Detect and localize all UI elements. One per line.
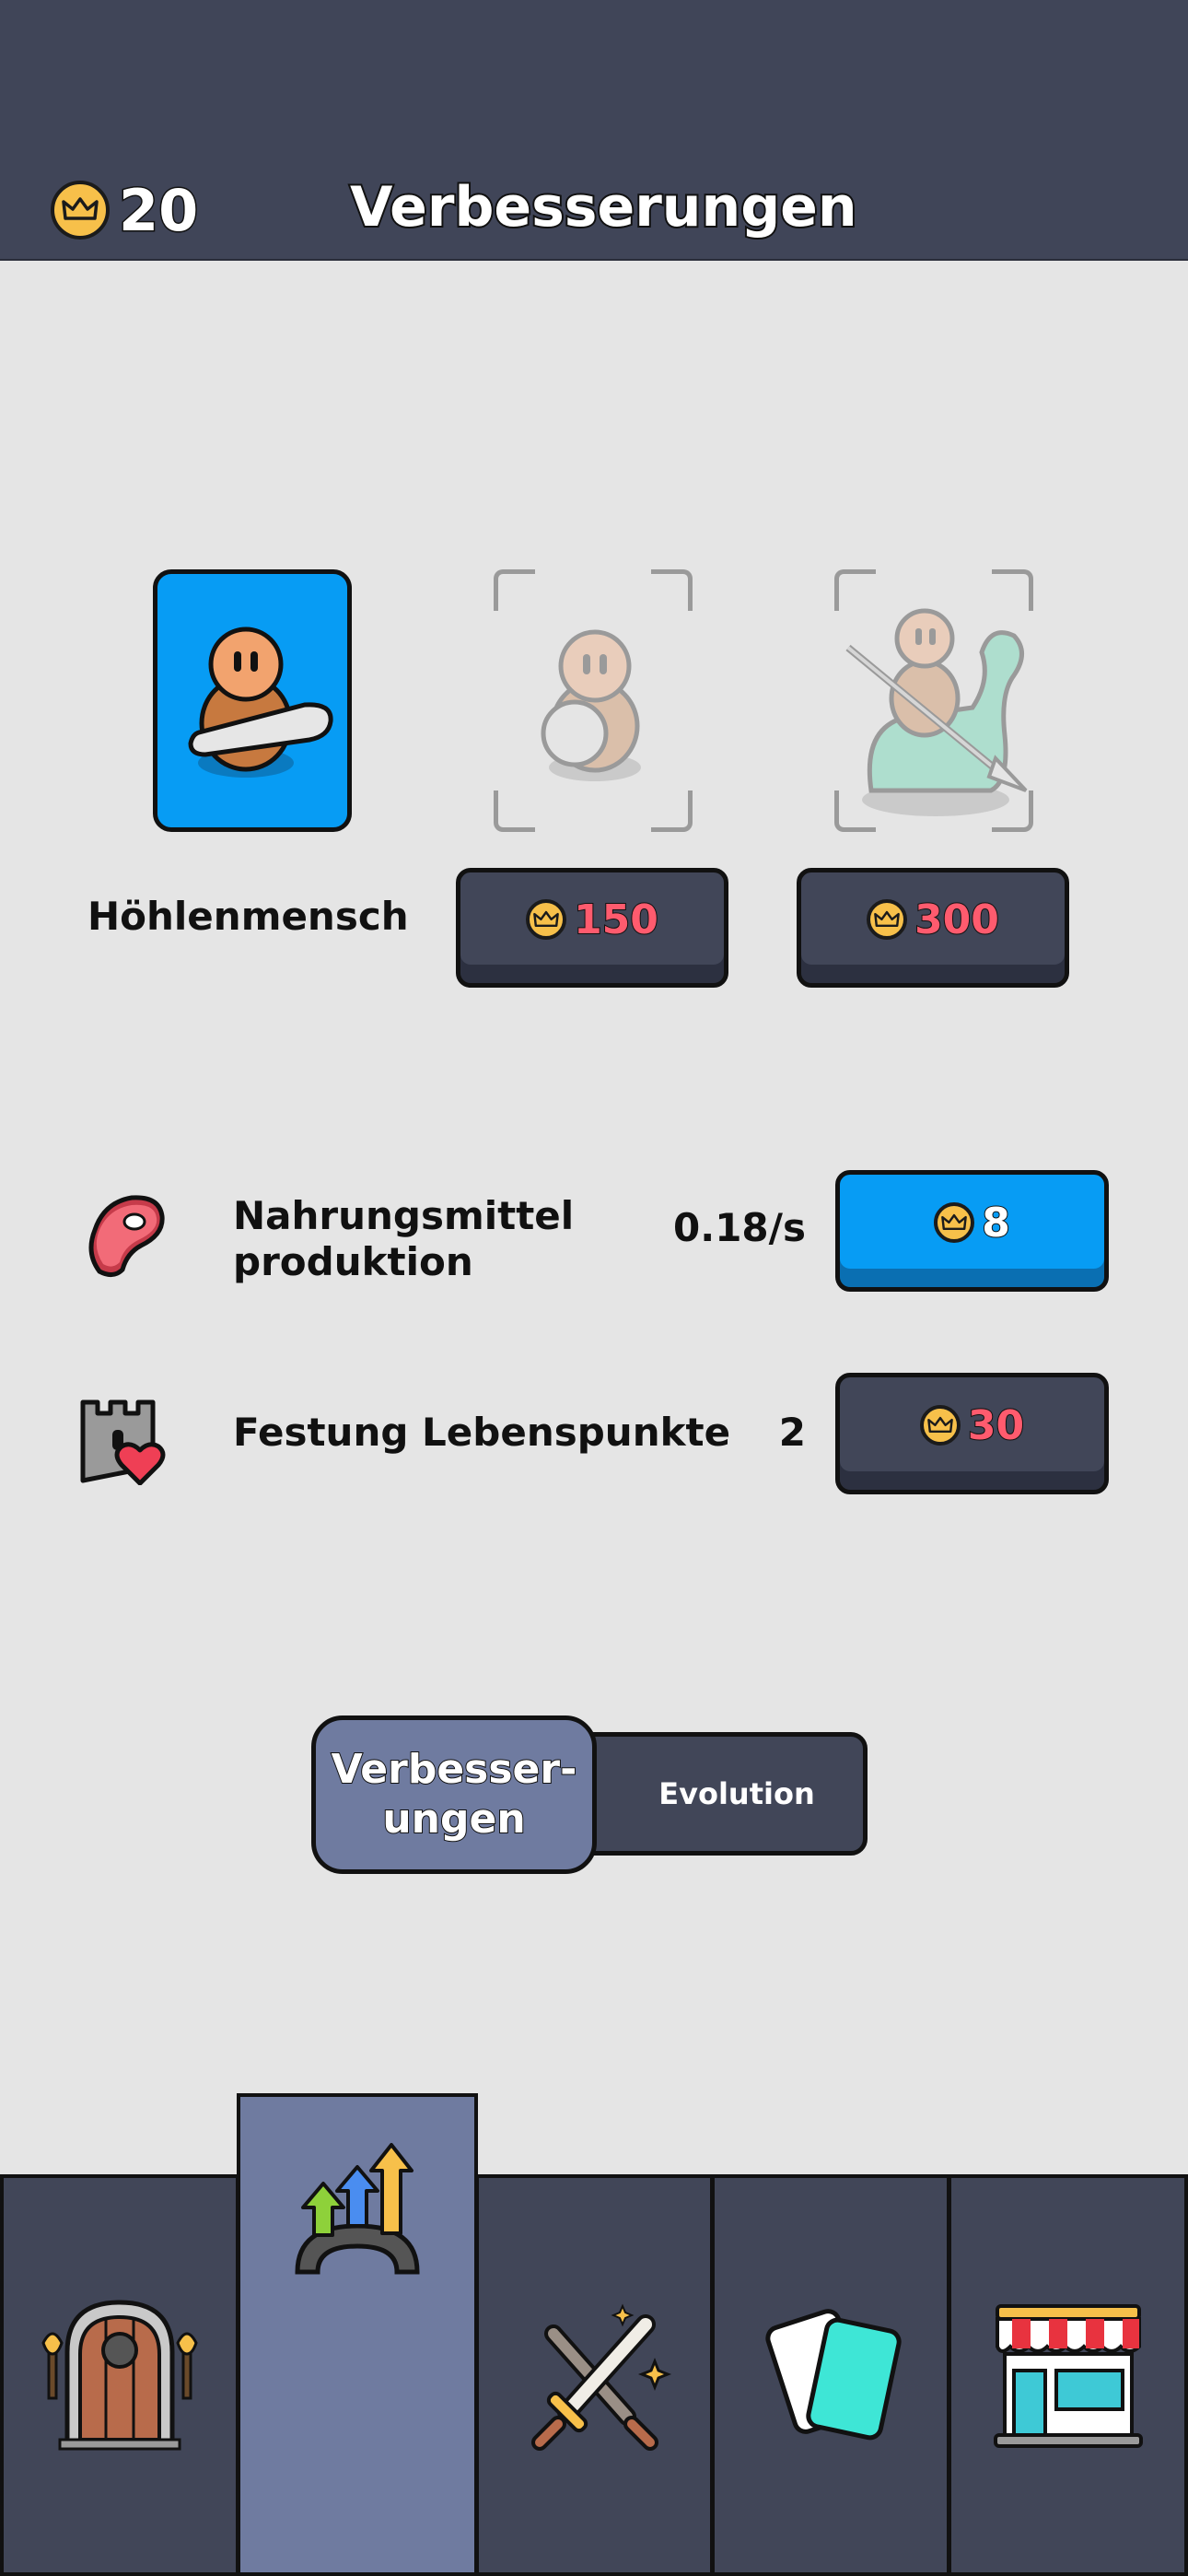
unlock-unit-3-price: 300 (914, 896, 1000, 944)
mode-toggle: Evolution Verbesser- ungen (311, 1715, 868, 1874)
castle-door-icon (41, 2300, 198, 2451)
food-production-label-line1: Nahrungsmittel (233, 1193, 575, 1238)
top-bar: 20 Verbesserungen (0, 0, 1188, 261)
tab-evolution[interactable]: Evolution (569, 1732, 868, 1856)
nav-tab-shop[interactable] (948, 2174, 1188, 2576)
crown-coin-icon (919, 1405, 961, 1446)
dino-rider-icon (845, 608, 1028, 816)
caveman-shield-icon (541, 629, 641, 781)
food-production-label-line2: produktion (233, 1239, 473, 1284)
cards-icon (765, 2309, 902, 2441)
food-production-price: 8 (981, 1199, 1011, 1247)
tab-upgrades-line1: Verbesser- (331, 1745, 578, 1794)
crown-coin-icon (867, 899, 908, 940)
nav-tab-battle[interactable] (475, 2174, 714, 2576)
shop-icon (993, 2304, 1143, 2448)
nav-tab-upgrades[interactable] (237, 2093, 478, 2576)
unlock-unit-2-price: 150 (573, 896, 659, 944)
unlock-unit-2-button[interactable]: 150 (456, 868, 728, 988)
food-production-upgrade-button[interactable]: 8 (835, 1170, 1109, 1292)
meat-icon (88, 1195, 165, 1277)
fortress-hp-value: 2 (778, 1410, 806, 1455)
bottom-nav (0, 2093, 1188, 2576)
food-production-value: 0.18/s (673, 1205, 806, 1250)
crossed-swords-icon (530, 2303, 671, 2451)
coin-counter: 20 (51, 173, 200, 247)
nav-tab-battle-gate[interactable] (0, 2174, 239, 2576)
unit-card-locked-3[interactable] (834, 569, 1033, 832)
unit-card-locked-2[interactable] (494, 569, 693, 832)
upgrade-arrows-icon (295, 2143, 420, 2275)
nav-tab-cards[interactable] (711, 2174, 950, 2576)
page-title: Verbesserungen (348, 173, 859, 241)
unlock-unit-3-button[interactable]: 300 (797, 868, 1069, 988)
tab-upgrades[interactable]: Verbesser- ungen (311, 1715, 597, 1874)
crown-coin-icon (526, 899, 567, 940)
tab-upgrades-line2: ungen (381, 1795, 526, 1844)
unit-name-caveman: Höhlenmensch (87, 894, 409, 939)
caveman-club-icon (188, 626, 333, 778)
unit-card-caveman[interactable] (153, 569, 352, 832)
crown-coin-icon (934, 1202, 975, 1243)
food-production-label: Nahrungsmittel produktion (233, 1193, 574, 1285)
fortress-heart-icon (80, 1399, 166, 1485)
fortress-hp-price: 30 (967, 1401, 1025, 1450)
fortress-hp-upgrade-button[interactable]: 30 (835, 1373, 1109, 1494)
crown-coin-icon (51, 181, 110, 240)
coin-amount: 20 (117, 175, 199, 245)
